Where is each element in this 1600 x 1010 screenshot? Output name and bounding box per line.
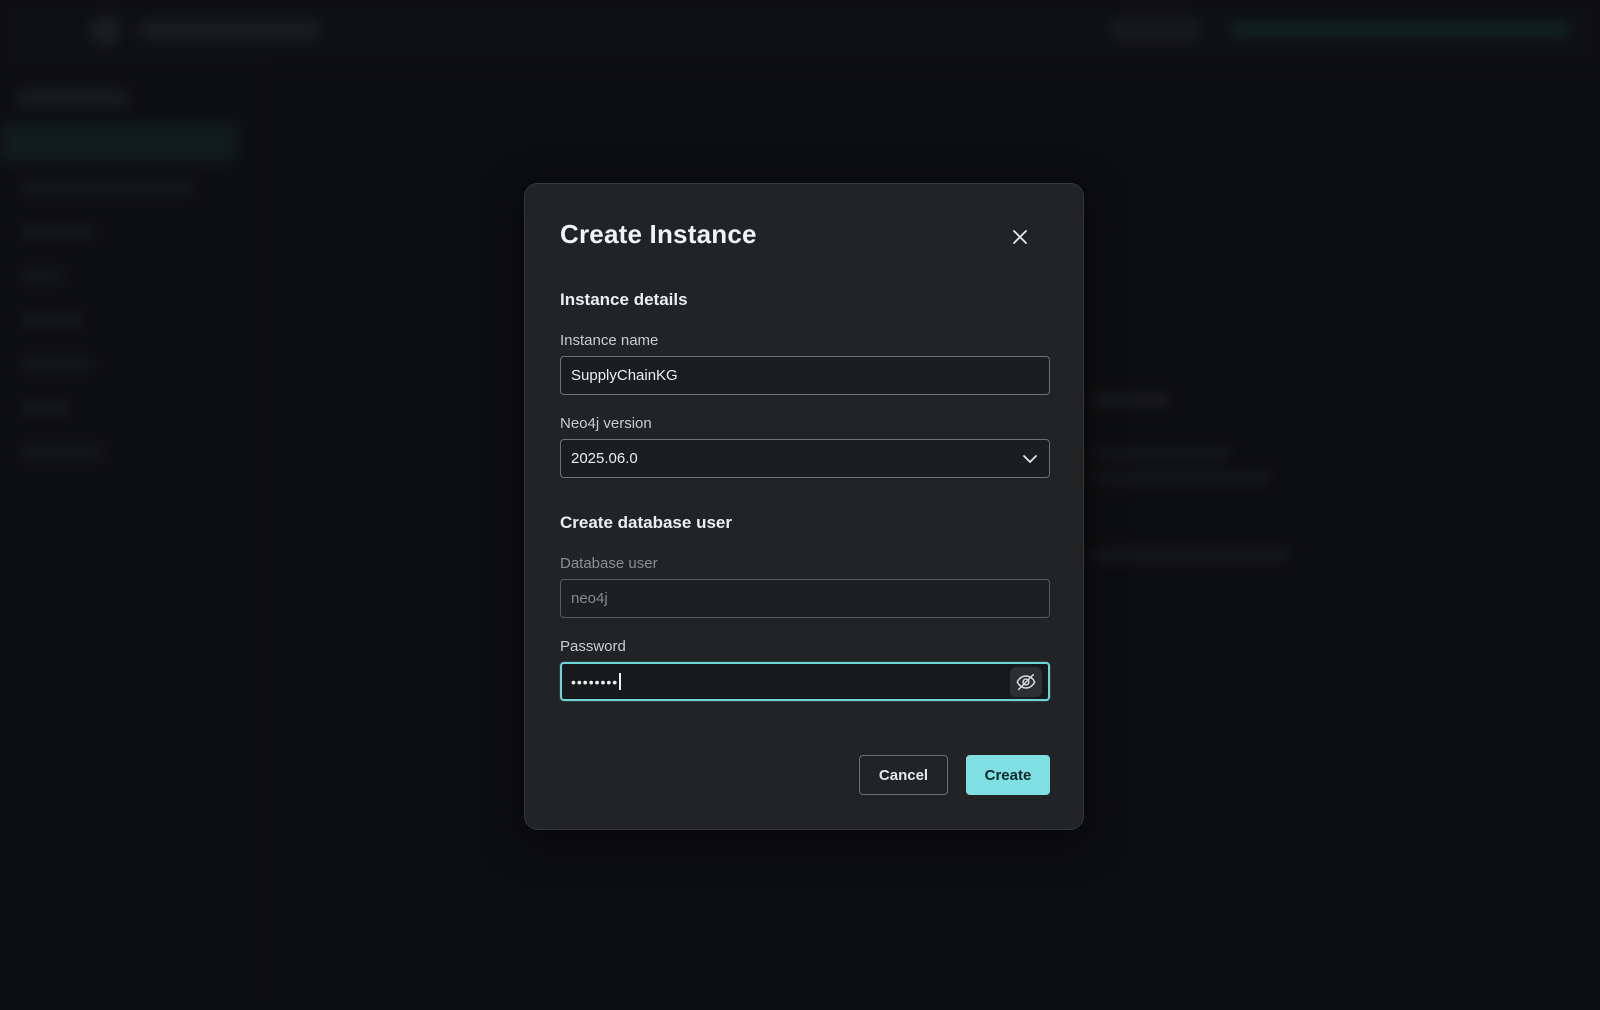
- password-value: ••••••••: [571, 673, 619, 690]
- close-button[interactable]: [1003, 220, 1037, 254]
- toggle-password-visibility-button[interactable]: [1010, 667, 1042, 697]
- password-label: Password: [560, 638, 626, 655]
- create-instance-dialog: Create Instance Instance details Instanc…: [524, 183, 1084, 830]
- close-icon: [1013, 230, 1027, 244]
- eye-off-icon: [1016, 673, 1036, 691]
- neo4j-version-label: Neo4j version: [560, 415, 652, 432]
- neo4j-version-select[interactable]: 2025.06.0: [560, 439, 1050, 478]
- instance-name-input[interactable]: SupplyChainKG: [560, 356, 1050, 395]
- instance-name-value: SupplyChainKG: [571, 367, 678, 384]
- instance-name-label: Instance name: [560, 332, 659, 349]
- cancel-button[interactable]: Cancel: [859, 755, 948, 795]
- chevron-down-icon: [1023, 455, 1037, 463]
- create-button[interactable]: Create: [966, 755, 1050, 795]
- section-title-instance-details: Instance details: [560, 290, 688, 309]
- database-user-input[interactable]: neo4j: [560, 579, 1050, 618]
- dialog-title: Create Instance: [560, 219, 757, 249]
- neo4j-version-value: 2025.06.0: [571, 450, 638, 467]
- section-title-create-database-user: Create database user: [560, 513, 732, 532]
- database-user-value: neo4j: [571, 590, 608, 607]
- password-input[interactable]: ••••••••: [560, 662, 1050, 701]
- database-user-label: Database user: [560, 555, 658, 572]
- text-cursor: [619, 673, 621, 690]
